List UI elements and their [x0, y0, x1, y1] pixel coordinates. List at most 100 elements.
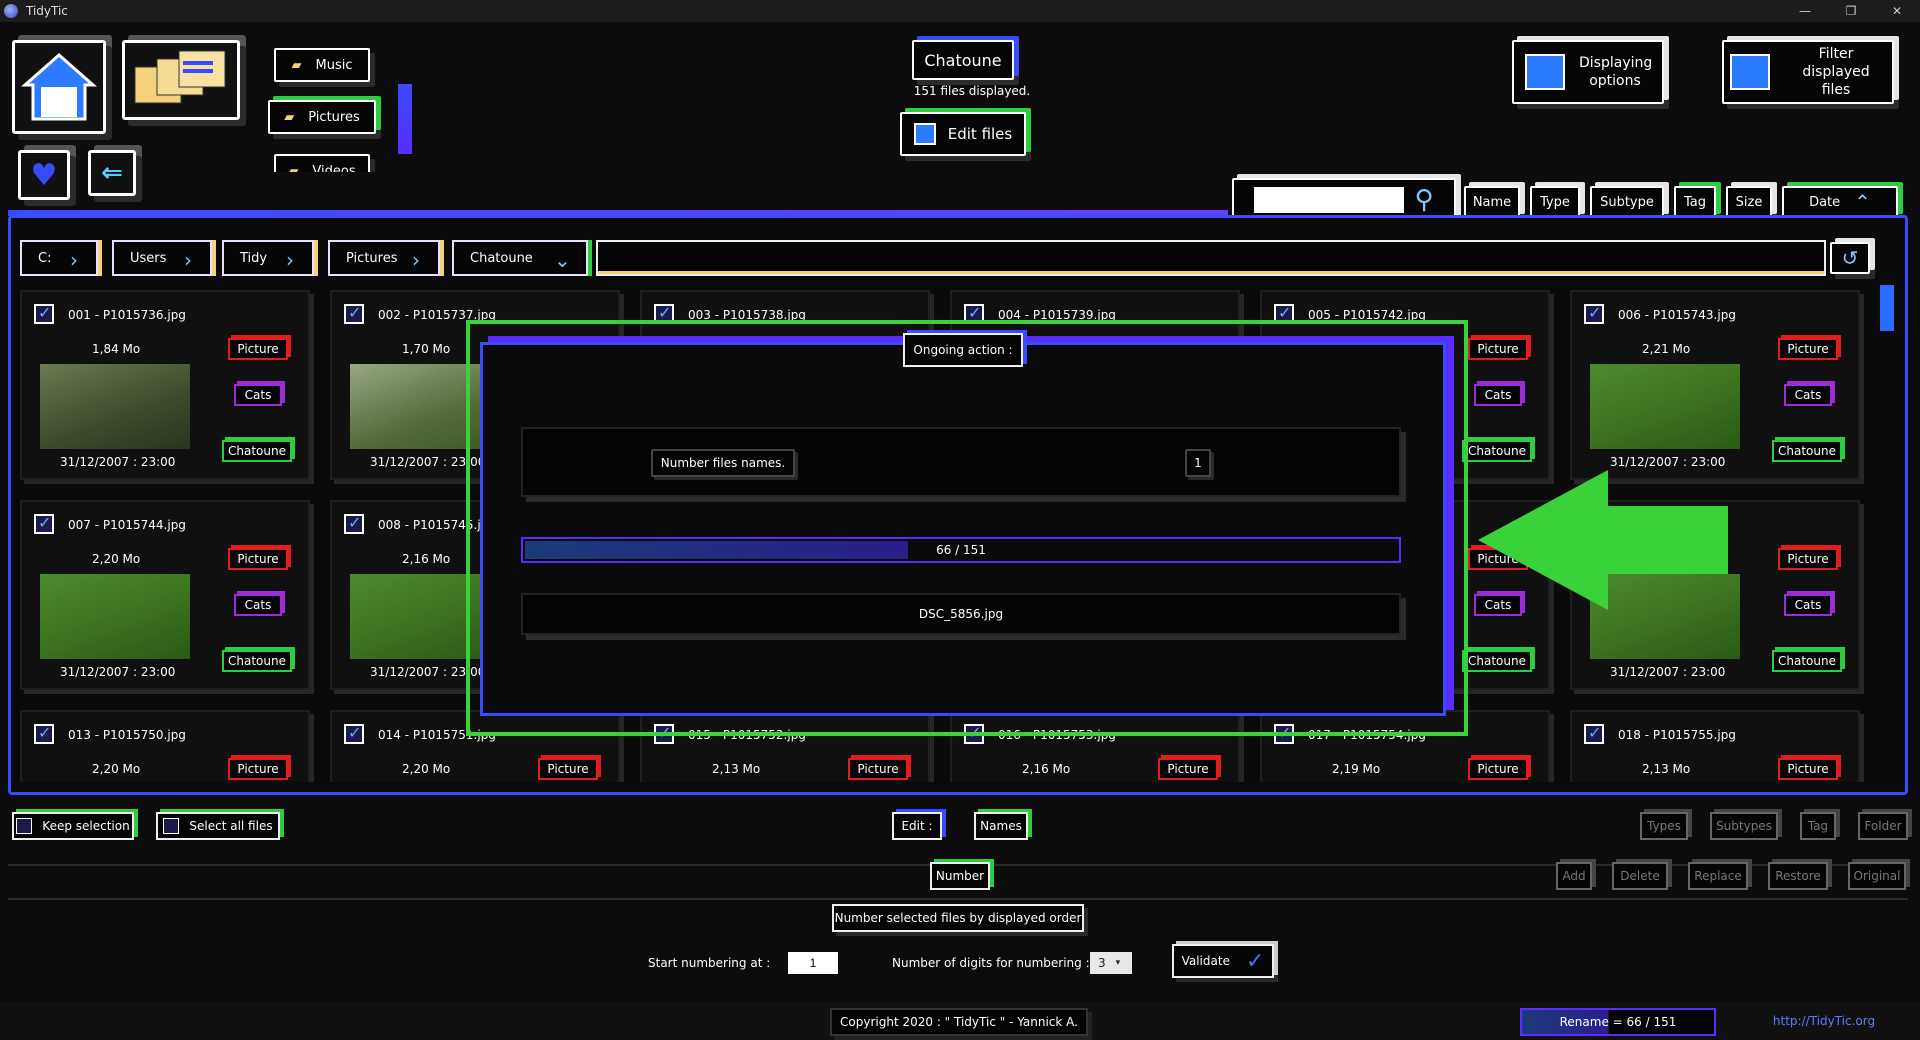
subtype-tag[interactable]: Cats	[234, 594, 282, 616]
check-icon: ✓	[1245, 948, 1265, 974]
tag-button[interactable]: Tag	[1800, 812, 1836, 840]
breadcrumb-c[interactable]: C: ›	[20, 240, 98, 276]
search-icon[interactable]: ⚲	[1414, 185, 1433, 215]
nav-pictures[interactable]: ▰ Pictures	[268, 100, 376, 134]
type-tag[interactable]: Picture	[1778, 548, 1838, 570]
minimize-icon[interactable]: —	[1782, 0, 1828, 22]
subtype-tag[interactable]: Cats	[1474, 384, 1522, 406]
subtype-tag[interactable]: Cats	[234, 384, 282, 406]
website-link[interactable]: http://TidyTic.org	[1740, 1014, 1908, 1028]
type-tag[interactable]: Picture	[538, 758, 598, 780]
action-value: 1	[1185, 449, 1211, 477]
breadcrumb-pictures[interactable]: Pictures ›	[328, 240, 440, 276]
tag-tag[interactable]: Chatoune	[1772, 440, 1842, 462]
subtype-tag[interactable]: Cats	[1784, 594, 1832, 616]
checkbox[interactable]	[34, 723, 54, 744]
nav-scrollbar[interactable]	[398, 84, 412, 154]
action-row: Number files names. 1	[521, 427, 1401, 497]
filter-files-button[interactable]: Filter displayed files	[1722, 40, 1894, 104]
replace-button[interactable]: Replace	[1688, 862, 1748, 890]
names-button[interactable]: Names	[974, 812, 1028, 840]
subtypes-button[interactable]: Subtypes	[1710, 812, 1778, 840]
checkbox[interactable]	[34, 303, 54, 324]
original-button[interactable]: Original	[1848, 862, 1906, 890]
subtype-tag[interactable]: Cats	[1784, 384, 1832, 406]
home-button[interactable]	[12, 40, 106, 134]
type-tag[interactable]: Picture	[228, 758, 288, 780]
sort-tag-button[interactable]: Tag	[1674, 186, 1716, 218]
checkbox[interactable]	[34, 513, 54, 534]
restore-icon[interactable]: ❐	[1828, 0, 1874, 22]
file-card[interactable]: 001 - P1015736.jpg 1,84 Mo 31/12/2007 : …	[20, 290, 310, 480]
refresh-button[interactable]: ↺	[1830, 242, 1870, 274]
type-tag[interactable]: Picture	[1158, 758, 1218, 780]
thumbnail	[40, 364, 190, 449]
sort-size-button[interactable]: Size	[1726, 186, 1772, 218]
nav-music[interactable]: ▰ Music	[274, 48, 370, 82]
restore-button[interactable]: Restore	[1768, 862, 1828, 890]
type-tag[interactable]: Picture	[1778, 338, 1838, 360]
tag-tag[interactable]: Chatoune	[1462, 650, 1532, 672]
modal-header: Ongoing action :	[903, 333, 1023, 367]
breadcrumb-chatoune[interactable]: Chatoune ⌄	[452, 240, 588, 276]
folder-button[interactable]: Folder	[1858, 812, 1908, 840]
progress-bar: 66 / 151	[521, 537, 1401, 563]
folders-button[interactable]	[122, 40, 240, 120]
app-icon	[4, 4, 18, 18]
type-tag[interactable]: Picture	[228, 548, 288, 570]
number-button[interactable]: Number	[930, 862, 990, 890]
file-card[interactable]: 006 - P1015743.jpg 2,21 Mo 31/12/2007 : …	[1570, 290, 1860, 480]
digits-select[interactable]: 3 ▾	[1090, 952, 1132, 974]
current-file-row: DSC_5856.jpg	[521, 593, 1401, 635]
type-tag[interactable]: Picture	[1468, 758, 1528, 780]
copyright: Copyright 2020 : " TidyTic " - Yannick A…	[830, 1008, 1088, 1036]
checkbox[interactable]	[1584, 303, 1604, 324]
tag-tag[interactable]: Chatoune	[1772, 650, 1842, 672]
thumbnail	[40, 574, 190, 659]
checkbox[interactable]	[1584, 723, 1604, 744]
folder-icon: ▰	[284, 109, 295, 125]
file-card[interactable]: 007 - P1015744.jpg 2,20 Mo 31/12/2007 : …	[20, 500, 310, 690]
sort-type-button[interactable]: Type	[1530, 186, 1580, 218]
number-description: Number selected files by displayed order	[832, 904, 1084, 932]
sort-subtype-button[interactable]: Subtype	[1590, 186, 1664, 218]
sort-name-button[interactable]: Name	[1464, 186, 1520, 218]
checkbox[interactable]	[344, 723, 364, 744]
delete-button[interactable]: Delete	[1612, 862, 1668, 890]
edit-label: Edit :	[892, 812, 942, 840]
sort-date-button[interactable]: Date ⌃	[1782, 186, 1898, 218]
select-all-button[interactable]: Select all files	[156, 812, 280, 840]
breadcrumb-users[interactable]: Users ›	[112, 240, 212, 276]
search-input[interactable]	[1254, 187, 1405, 213]
checkbox[interactable]	[344, 303, 364, 324]
type-tag[interactable]: Picture	[1468, 338, 1528, 360]
breadcrumb-tidy[interactable]: Tidy ›	[222, 240, 314, 276]
tag-tag[interactable]: Chatoune	[1462, 440, 1532, 462]
file-card[interactable]: 013 - P1015750.jpg 2,20 Mo Picture	[20, 710, 310, 782]
keep-selection-button[interactable]: Keep selection	[12, 812, 134, 840]
file-card[interactable]: 018 - P1015755.jpg 2,13 Mo Picture	[1570, 710, 1860, 782]
checkbox[interactable]	[344, 513, 364, 534]
thumbnail	[1590, 364, 1740, 449]
back-button[interactable]: ⇐	[88, 150, 136, 196]
type-tag[interactable]: Picture	[1778, 758, 1838, 780]
files-scrollbar[interactable]	[1880, 285, 1894, 331]
type-tag[interactable]: Picture	[848, 758, 908, 780]
types-button[interactable]: Types	[1640, 812, 1688, 840]
current-folder-label: Chatoune	[912, 40, 1014, 80]
add-button[interactable]: Add	[1556, 862, 1592, 890]
validate-button[interactable]: Validate ✓	[1172, 944, 1274, 978]
tag-tag[interactable]: Chatoune	[222, 440, 292, 462]
edit-files-button[interactable]: Edit files	[900, 112, 1026, 156]
displaying-options-button[interactable]: Displaying options	[1512, 40, 1664, 104]
favorites-button[interactable]: ♥	[18, 150, 70, 200]
digits-label: Number of digits for numbering :	[892, 956, 1090, 970]
folder-icon: ▰	[288, 163, 299, 173]
tag-tag[interactable]: Chatoune	[222, 650, 292, 672]
start-numbering-input[interactable]	[788, 952, 838, 974]
files-displayed-count: 151 files displayed.	[913, 84, 1031, 98]
close-icon[interactable]: ✕	[1874, 0, 1920, 22]
type-tag[interactable]: Picture	[228, 338, 288, 360]
nav-videos[interactable]: ▰ Videos	[274, 154, 370, 172]
undo-icon: ↺	[1841, 246, 1859, 270]
